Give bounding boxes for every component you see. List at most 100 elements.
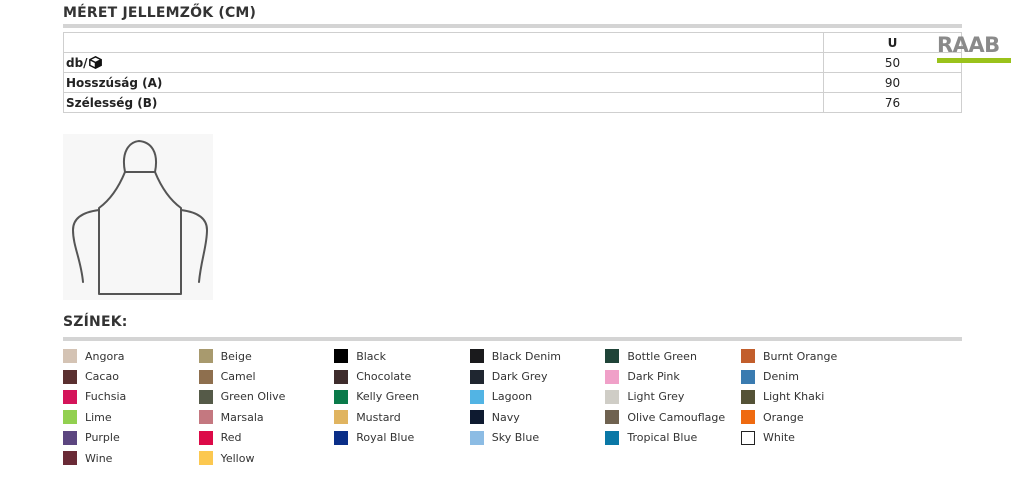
color-swatch-item: Purple — [63, 428, 199, 448]
color-swatch-item: Bottle Green — [605, 346, 741, 366]
color-swatch — [63, 369, 77, 384]
color-swatch — [740, 389, 755, 404]
color-swatch-label: Light Khaki — [762, 390, 825, 404]
color-swatch — [198, 451, 213, 466]
table-row: Szélesség (B) 76 — [63, 92, 962, 113]
color-swatch — [469, 349, 484, 364]
color-swatch-label: Mustard — [356, 410, 401, 424]
color-swatch — [198, 389, 213, 404]
color-swatch-label: Camel — [220, 370, 256, 384]
color-swatch — [605, 369, 620, 384]
color-swatch-label: Dark Grey — [491, 370, 548, 384]
color-swatch-label: Tropical Blue — [627, 431, 698, 445]
table-header-row: U — [63, 32, 962, 53]
color-swatch-label: Green Olive — [220, 390, 286, 404]
box-icon — [88, 55, 102, 69]
color-swatch-item: Fuchsia — [63, 387, 199, 407]
color-swatch — [198, 369, 213, 384]
table-row-label: Szélesség (B) — [63, 92, 824, 113]
color-swatch — [63, 430, 77, 445]
size-section-title: MÉRET JELLEMZŐK (CM) — [63, 5, 257, 21]
color-swatch-item: Orange — [740, 407, 877, 427]
logo-tagline-bar — [937, 58, 1011, 63]
color-swatch-item: Burnt Orange — [740, 346, 877, 366]
color-swatch-label: White — [762, 431, 795, 445]
color-swatch — [740, 349, 755, 364]
size-table: U db/ 50 Hosszúság (A) 90 Szélesség (B) … — [63, 32, 962, 113]
color-swatch-label: Burnt Orange — [762, 349, 838, 363]
color-swatch-item: Dark Grey — [469, 366, 606, 386]
color-swatch-item: Yellow — [198, 448, 335, 468]
color-swatch-label: Red — [220, 431, 242, 445]
apron-diagram — [63, 134, 213, 300]
color-swatch-item: Denim — [740, 366, 877, 386]
color-swatch — [334, 410, 349, 425]
color-swatch-label: Light Grey — [627, 390, 685, 404]
color-swatch-label: Beige — [220, 349, 252, 363]
table-row-label: db/ — [63, 52, 824, 73]
color-swatch — [63, 451, 77, 466]
colors-section-title: SZÍNEK: — [63, 314, 128, 330]
table-row: db/ 50 — [63, 52, 962, 73]
raab-logo: RAAB — [937, 34, 1011, 66]
color-swatch-item: Marsala — [198, 407, 335, 427]
color-swatch-item: Lime — [63, 407, 199, 427]
table-row-value: 90 — [823, 72, 962, 93]
color-swatch-item: Cacao — [63, 366, 199, 386]
color-swatch-label: Lime — [85, 410, 112, 424]
color-swatch-item: Black — [334, 346, 470, 366]
color-swatch-grid: Angora Beige Black Black Denim Bottle Green B… — [63, 346, 963, 468]
color-swatch — [469, 389, 484, 404]
color-swatch-item: Green Olive — [198, 387, 335, 407]
color-swatch-label: Lagoon — [491, 390, 533, 404]
color-swatch-item: Red — [198, 428, 335, 448]
apron-outline-icon — [72, 140, 208, 295]
color-swatch-item: Olive Camouflage — [605, 407, 741, 427]
color-swatch — [334, 369, 349, 384]
color-swatch-item: Camel — [198, 366, 335, 386]
color-swatch — [605, 389, 620, 404]
color-swatch-label: Dark Pink — [627, 370, 680, 384]
color-swatch — [334, 430, 349, 445]
color-swatch — [469, 430, 484, 445]
color-swatch — [334, 389, 349, 404]
color-swatch-label: Bottle Green — [627, 349, 697, 363]
color-swatch — [605, 349, 620, 364]
color-swatch-item: Beige — [198, 346, 335, 366]
color-swatch-label: Olive Camouflage — [627, 410, 726, 424]
color-swatch — [198, 430, 213, 445]
color-swatch-item: Royal Blue — [334, 428, 470, 448]
color-swatch-label: Black Denim — [491, 349, 562, 363]
color-swatch — [740, 410, 755, 425]
color-swatch-label: Fuchsia — [85, 390, 127, 404]
color-swatch-label: Black — [356, 349, 386, 363]
color-swatch-item: Light Khaki — [740, 387, 877, 407]
color-swatch-item: Mustard — [334, 407, 470, 427]
color-swatch-label: Angora — [85, 349, 125, 363]
color-swatch-label: Cacao — [85, 370, 119, 384]
color-swatch — [63, 389, 77, 404]
color-swatch — [605, 410, 620, 425]
color-swatch-label: Yellow — [220, 451, 255, 465]
table-row-value: 76 — [823, 92, 962, 113]
color-swatch-item: Wine — [63, 448, 199, 468]
logo-text: RAAB — [937, 33, 1000, 57]
color-swatch — [469, 369, 484, 384]
color-swatch — [63, 410, 77, 425]
color-swatch — [198, 349, 213, 364]
table-header-empty — [63, 32, 824, 53]
color-swatch-label: Purple — [85, 431, 120, 445]
color-swatch-label: Orange — [762, 410, 804, 424]
color-swatch-item: Black Denim — [469, 346, 606, 366]
size-section-divider — [63, 24, 962, 28]
color-swatch-label: Sky Blue — [491, 431, 540, 445]
color-swatch — [198, 410, 213, 425]
color-swatch-item: Navy — [469, 407, 606, 427]
color-swatch-item: Kelly Green — [334, 387, 470, 407]
colors-section-divider — [63, 337, 962, 341]
row-label-text: db/ — [66, 55, 88, 70]
color-swatch — [605, 430, 620, 445]
color-swatch-item: Lagoon — [469, 387, 606, 407]
color-swatch — [334, 349, 349, 364]
color-swatch-item: Chocolate — [334, 366, 470, 386]
